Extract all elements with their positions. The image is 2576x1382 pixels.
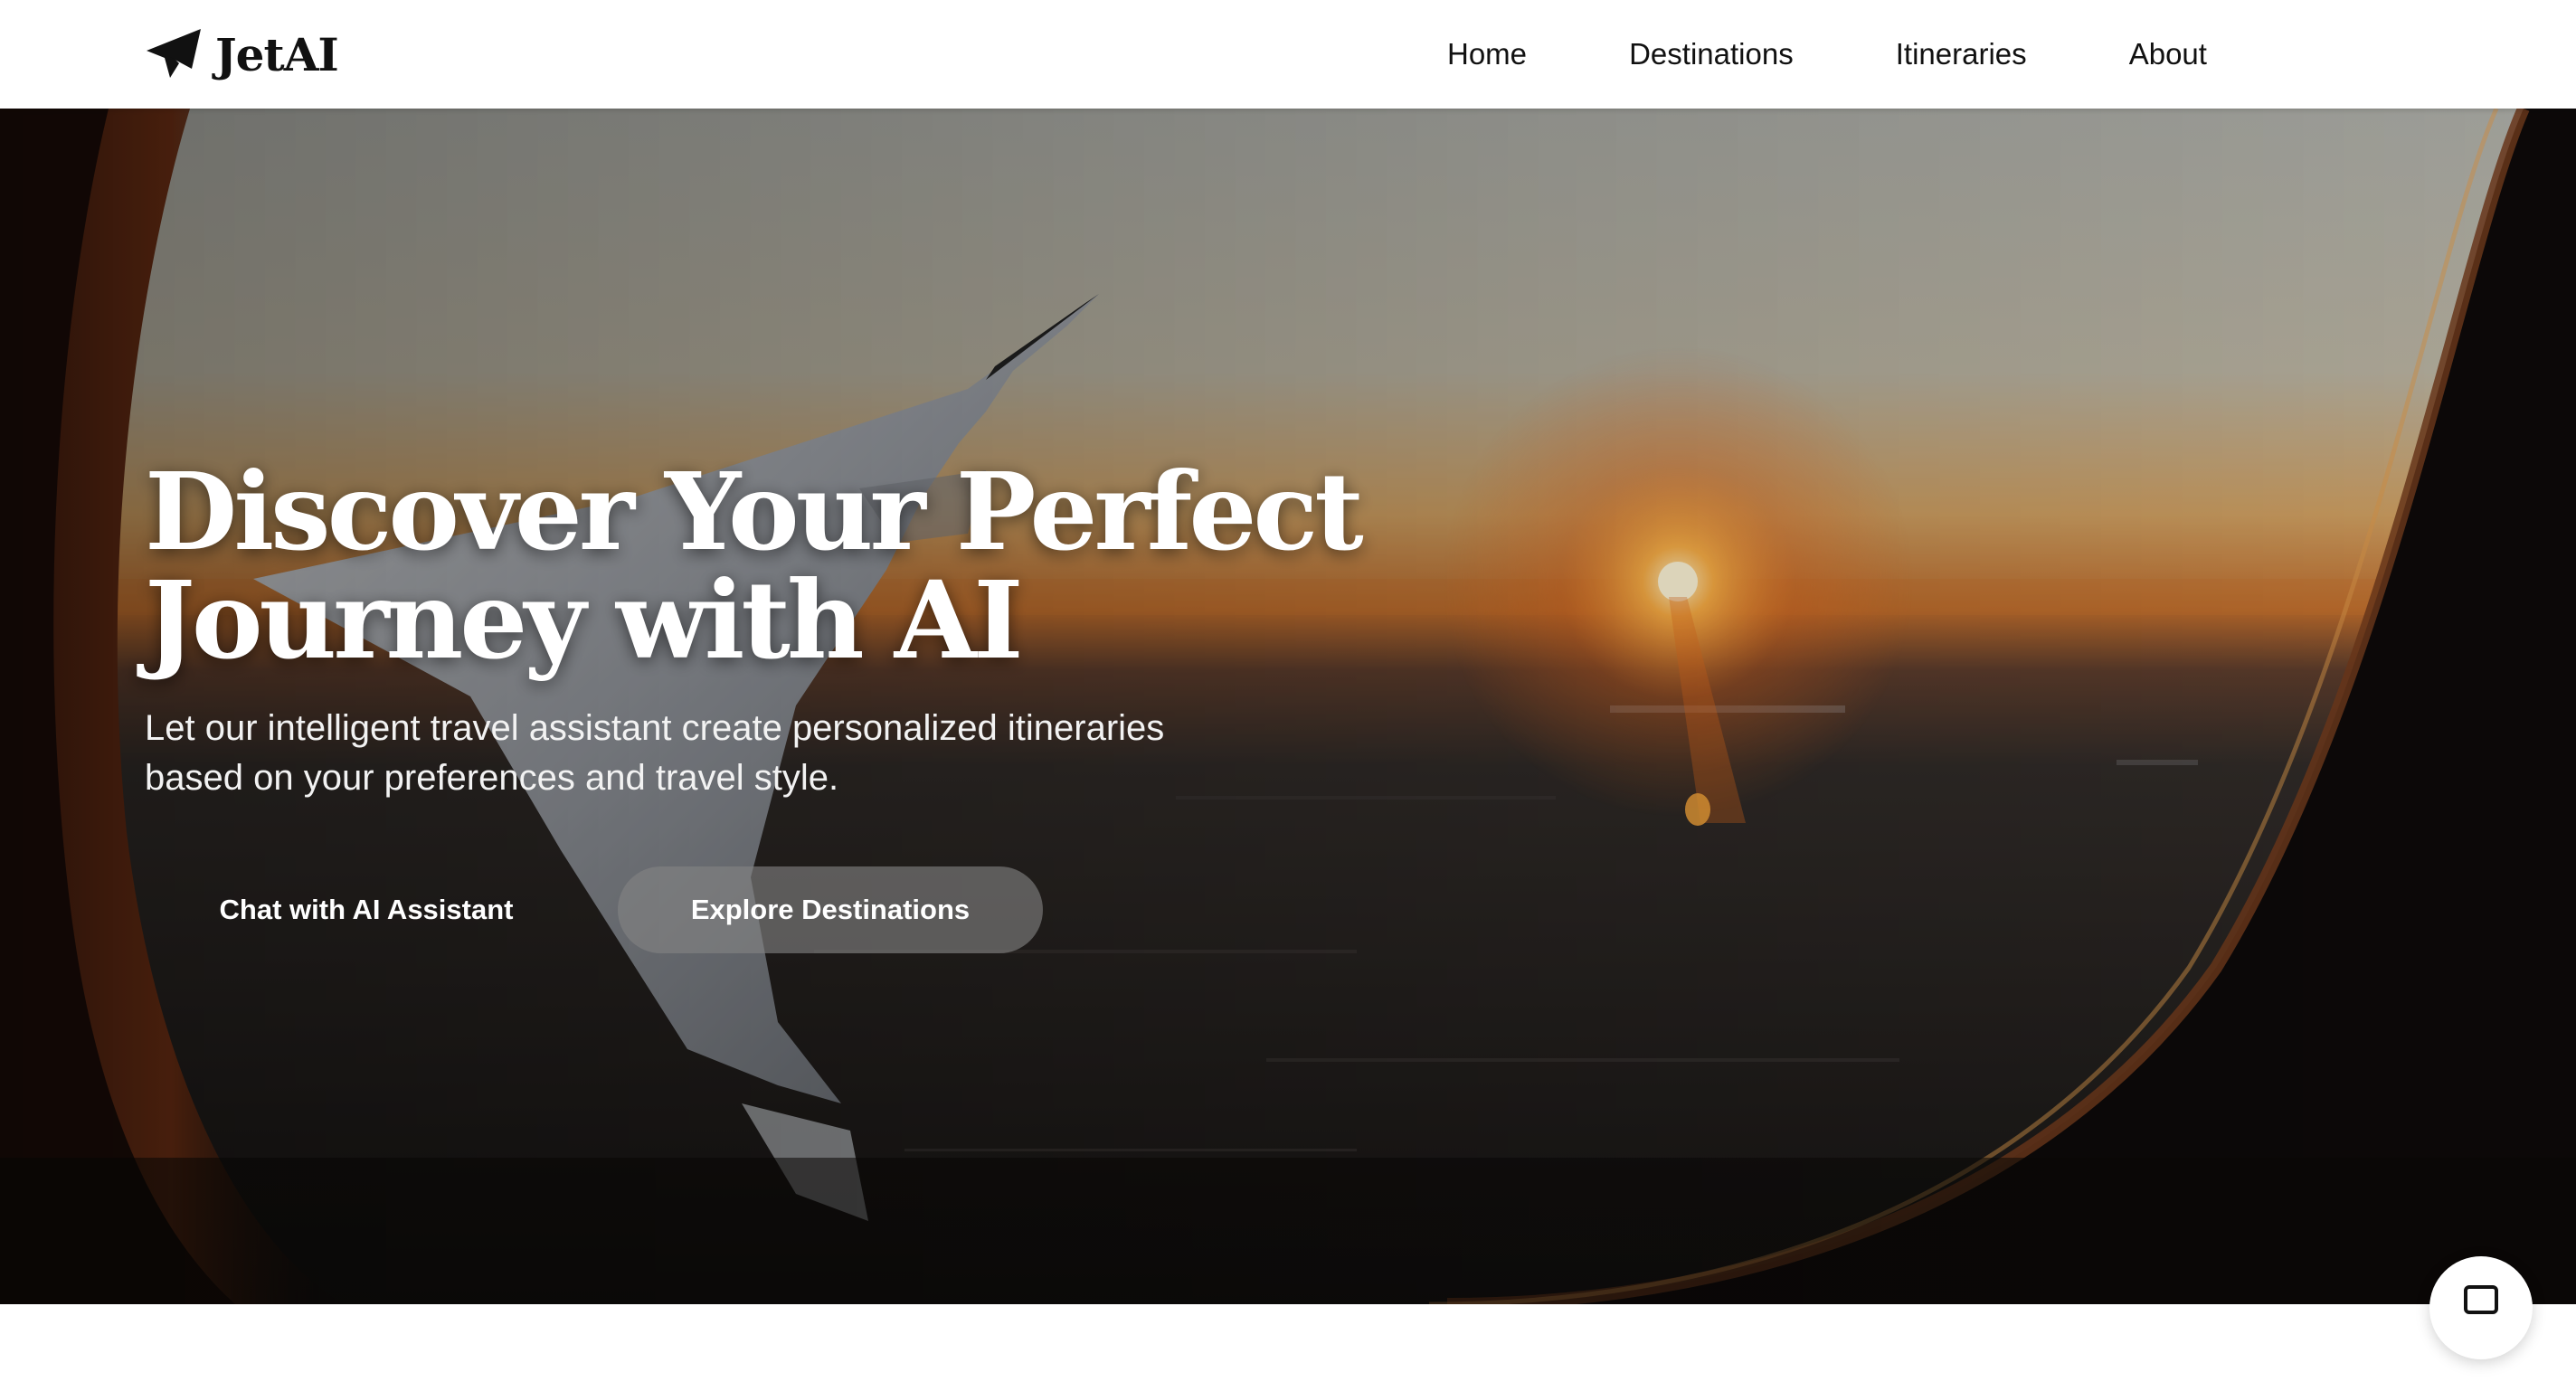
chat-bubble-icon: [2464, 1285, 2498, 1314]
logo[interactable]: JetAI: [145, 20, 339, 89]
nav-home-link[interactable]: Home: [1447, 37, 1527, 71]
logo-text: JetAI: [215, 27, 339, 81]
explore-destinations-button[interactable]: Explore Destinations: [618, 866, 1043, 953]
paper-plane-icon: [147, 29, 201, 78]
chat-with-ai-button[interactable]: Chat with AI Assistant: [145, 866, 588, 953]
hero-title-line-1: Discover Your Perfect: [145, 449, 1364, 574]
chat-fab-button[interactable]: [2429, 1256, 2533, 1359]
nav-itineraries-link[interactable]: Itineraries: [1896, 37, 2027, 71]
main-nav: Home Destinations Itineraries About: [1447, 27, 2207, 81]
hero-title-line-2: Journey with AI: [145, 557, 1024, 683]
hero-section: Discover Your Perfect Journey with AI Le…: [0, 109, 2576, 1304]
nav-destinations-link[interactable]: Destinations: [1629, 37, 1794, 71]
hero-subtitle: Let our intelligent travel assistant cre…: [145, 708, 1165, 798]
top-navbar: JetAI Home Destinations Itineraries Abou…: [0, 0, 2576, 109]
hero-title: Discover Your Perfect Journey with AI: [145, 449, 1364, 683]
nav-about-link[interactable]: About: [2129, 37, 2207, 71]
